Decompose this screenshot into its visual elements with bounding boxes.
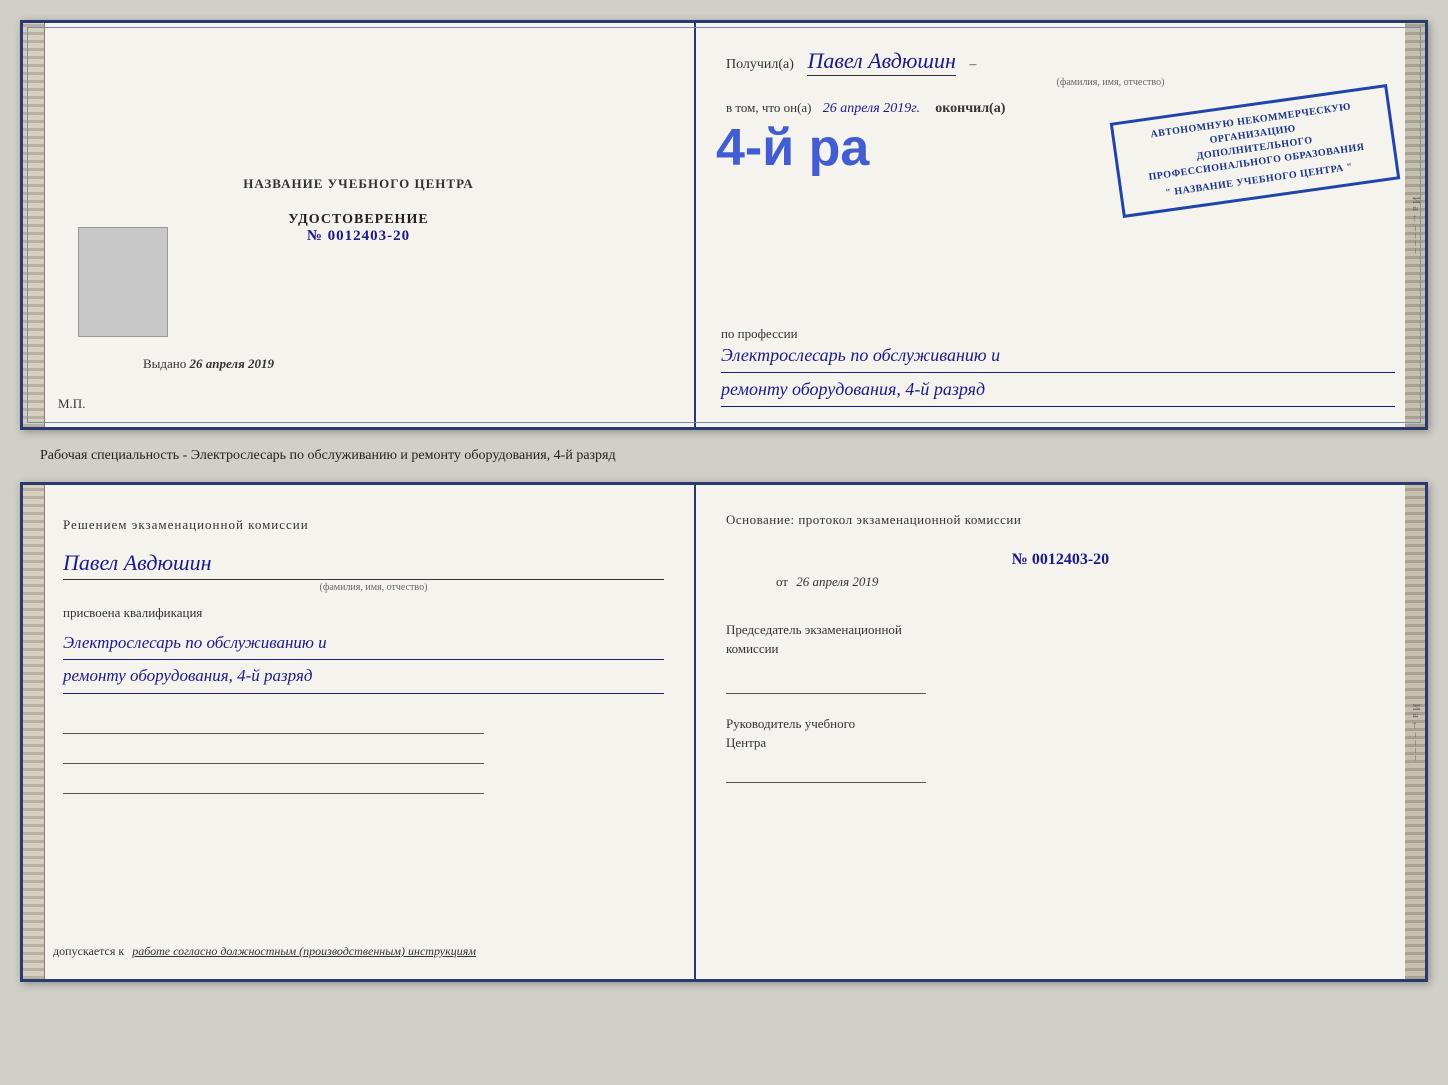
cert-left-panel: НАЗВАНИЕ УЧЕБНОГО ЦЕНТРА УДОСТОВЕРЕНИЕ №… [23, 23, 696, 427]
vydano-line: Выдано 26 апреля 2019 [143, 356, 274, 372]
rukovoditel-line1: Руководитель учебного [726, 716, 855, 731]
page-wrapper: НАЗВАНИЕ УЧЕБНОГО ЦЕНТРА УДОСТОВЕРЕНИЕ №… [20, 20, 1428, 982]
side-chars-top: И а ← – – – – [1410, 197, 1420, 254]
resheniem-text: Решением экзаменационной комиссии [63, 517, 309, 532]
sig-line-1 [63, 709, 484, 734]
fio-label-top: (фамилия, имя, отчество) [826, 77, 1395, 88]
completion-date: 26 апреля 2019г. [823, 101, 920, 116]
udostoverenie-block: УДОСТОВЕРЕНИЕ № 0012403-20 [288, 212, 428, 245]
bottom-right-panel: Основание: протокол экзаменационной коми… [696, 485, 1425, 979]
mp-label: М.П. [58, 396, 85, 412]
predsedatel-sig-line [726, 669, 926, 694]
predsedatel-line2: комиссии [726, 641, 779, 656]
rukovoditel-sig-line [726, 758, 926, 783]
cert-number: № 0012403-20 [288, 228, 428, 245]
training-center-title: НАЗВАНИЕ УЧЕБНОГО ЦЕНТРА [243, 176, 474, 192]
prisvoena-label: присвоена квалификация [63, 605, 664, 621]
vydano-label: Выдано [143, 356, 186, 371]
ot-date-line: от 26 апреля 2019 [726, 574, 1395, 590]
osnovanie-text: Основание: протокол экзаменационной коми… [726, 510, 1395, 531]
resheniem-title: Решением экзаменационной комиссии [63, 515, 664, 535]
poluchil-line: Получил(а) Павел Авдюшин – [726, 48, 1395, 74]
profession-line2: ремонту оборудования, 4-й разряд [721, 375, 1395, 407]
photo-placeholder [78, 227, 168, 337]
profession-text: Электрослесарь по обслуживанию и ремонту… [721, 341, 1395, 407]
udostoverenie-label: УДОСТОВЕРЕНИЕ [288, 212, 428, 228]
bottom-person-name: Павел Авдюшин [63, 550, 664, 580]
bottom-certificate: Решением экзаменационной комиссии Павел … [20, 482, 1428, 982]
side-chars-bottom: И а ← – – – – [1410, 704, 1420, 761]
sig-line-2 [63, 739, 484, 764]
bottom-right-border: И а ← – – – – [1405, 485, 1425, 979]
protocol-number: № 0012403-20 [726, 551, 1395, 569]
fio-label-bottom: (фамилия, имя, отчество) [83, 582, 664, 593]
signature-lines [63, 709, 664, 794]
rukovoditel-line2: Центра [726, 735, 766, 750]
dash-separator: – [969, 57, 976, 72]
bottom-left-panel: Решением экзаменационной комиссии Павел … [23, 485, 696, 979]
qualification-text: Электрослесарь по обслуживанию и ремонту… [63, 629, 664, 695]
middle-description: Рабочая специальность - Электрослесарь п… [20, 440, 1428, 472]
dopusk-text: работе согласно должностным (производств… [132, 944, 476, 958]
okonchil-label: окончил(а) [935, 101, 1005, 116]
v-tom-chto-prefix: в том, что он(а) [726, 100, 812, 115]
kval-line2: ремонту оборудования, 4-й разряд [63, 662, 664, 694]
kval-line1: Электрослесарь по обслуживанию и [63, 629, 664, 661]
profession-line1: Электрослесарь по обслуживанию и [721, 341, 1395, 373]
right-border-decoration: И а ← – – – – [1405, 23, 1425, 427]
po-professii-label: по профессии [721, 326, 798, 342]
big-number-watermark: 4-й ра [716, 118, 869, 178]
poluchil-prefix: Получил(а) [726, 57, 794, 72]
top-certificate: НАЗВАНИЕ УЧЕБНОГО ЦЕНТРА УДОСТОВЕРЕНИЕ №… [20, 20, 1428, 430]
ot-date: 26 апреля 2019 [796, 574, 878, 589]
vydano-date: 26 апреля 2019 [190, 356, 275, 371]
dopuskaetsya-block: допускается к работе согласно должностны… [53, 944, 674, 959]
cert-right-panel: Получил(а) Павел Авдюшин – (фамилия, имя… [696, 23, 1425, 427]
recipient-name: Павел Авдюшин [807, 48, 955, 76]
sig-line-3 [63, 769, 484, 794]
predsedatel-block: Председатель экзаменационной комиссии [726, 620, 1395, 659]
dopusk-prefix: допускается к [53, 944, 124, 958]
predsedatel-line1: Председатель экзаменационной [726, 622, 902, 637]
specialty-description: Рабочая специальность - Электрослесарь п… [40, 448, 616, 463]
rukovoditel-block: Руководитель учебного Центра [726, 714, 1395, 753]
ot-prefix: от [776, 574, 788, 589]
